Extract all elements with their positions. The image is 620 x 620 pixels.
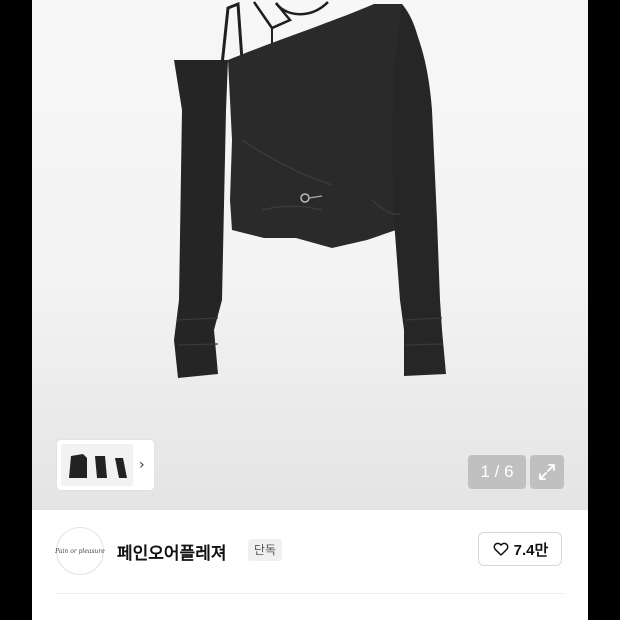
like-button[interactable]: 7.4만 <box>478 532 562 566</box>
expand-button[interactable] <box>530 455 564 489</box>
exclusive-badge: 단독 <box>248 539 283 561</box>
product-image <box>174 1 446 378</box>
image-counter: 1 / 6 <box>468 455 526 489</box>
product-image-gallery[interactable]: › 1 / 6 <box>32 0 588 510</box>
brand-name[interactable]: 페인오어플레져 <box>117 539 226 564</box>
brand-logo-text: Pain or pleasure <box>55 547 105 555</box>
brand-row: Pain or pleasure 페인오어플레져 단독 7.4만 <box>32 512 588 592</box>
thumbnail-strip[interactable]: › <box>57 440 154 490</box>
divider <box>56 593 564 594</box>
heart-icon <box>493 542 509 556</box>
chevron-right-icon[interactable]: › <box>139 458 145 472</box>
brand-logo[interactable]: Pain or pleasure <box>55 527 105 575</box>
like-count: 7.4만 <box>513 541 549 559</box>
expand-icon <box>539 464 555 480</box>
product-screen: › 1 / 6 Pain or pleasure 페인오어플레져 단독 7.4만 <box>32 0 588 620</box>
thumbnail-image[interactable] <box>61 444 133 486</box>
